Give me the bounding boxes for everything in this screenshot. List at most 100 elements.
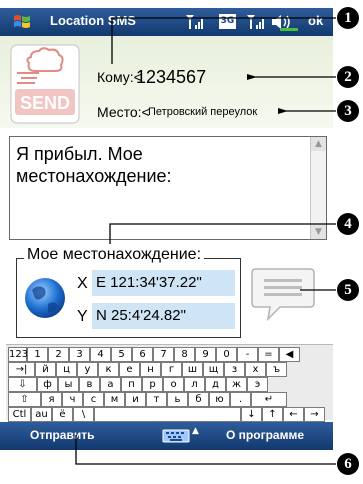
callout-badge-5: 5 xyxy=(337,279,359,301)
key[interactable]: ч xyxy=(62,392,83,407)
send-button-label: SEND xyxy=(20,93,70,113)
key[interactable]: ё xyxy=(52,407,73,422)
scroll-up-icon[interactable]: ▲ xyxy=(311,137,326,151)
callout-badge-6: 6 xyxy=(337,453,359,475)
signal-strength-icon-2[interactable] xyxy=(246,13,266,31)
ctrl-key[interactable]: Ctl xyxy=(8,407,31,422)
globe-icon xyxy=(24,268,66,330)
message-textarea[interactable]: Я прибыл. Мое местонахождение: ▲ ▼ xyxy=(9,136,327,240)
key[interactable]: с xyxy=(83,392,104,407)
network-3g-badge[interactable]: 3G xyxy=(219,14,236,29)
ok-button[interactable]: ok xyxy=(308,13,323,28)
message-line-1: Я прибыл. Мое xyxy=(16,144,143,164)
send-softkey[interactable]: Отправить xyxy=(30,428,94,442)
caps-lock-key[interactable]: ⇩ xyxy=(8,377,37,392)
speaker-icon[interactable] xyxy=(270,13,300,31)
softkey-bar: Отправить ▲ О программе xyxy=(0,422,333,450)
key[interactable]: б xyxy=(188,392,209,407)
arrow-up-key[interactable]: ↑ xyxy=(262,407,283,422)
key[interactable]: 2 xyxy=(48,347,69,362)
backspace-key[interactable]: ◀ xyxy=(279,347,300,362)
key[interactable]: а xyxy=(100,377,121,392)
key[interactable]: з xyxy=(224,362,245,377)
key[interactable]: 5 xyxy=(111,347,132,362)
shift-key[interactable]: ⇧ xyxy=(8,392,41,407)
key[interactable]: щ xyxy=(203,362,224,377)
key[interactable]: у xyxy=(77,362,98,377)
signal-strength-icon[interactable] xyxy=(185,13,205,31)
windows-flag-icon[interactable] xyxy=(12,12,32,32)
key[interactable]: 6 xyxy=(132,347,153,362)
key[interactable]: д xyxy=(205,377,226,392)
keyboard-icon[interactable] xyxy=(162,429,190,443)
soft-keyboard: 123 1 2 3 4 5 6 7 8 9 0 - = ◀ →| й ц у к… xyxy=(6,344,333,422)
arrow-right-key[interactable]: → xyxy=(304,407,325,422)
tab-key[interactable]: →| xyxy=(8,362,35,377)
callout-badge-3: 3 xyxy=(337,100,359,122)
space-key[interactable] xyxy=(94,407,241,422)
key[interactable]: 9 xyxy=(195,347,216,362)
key[interactable]: 1 xyxy=(27,347,48,362)
key[interactable]: л xyxy=(184,377,205,392)
about-softkey[interactable]: О программе xyxy=(226,428,304,442)
key[interactable]: \ xyxy=(73,407,94,422)
key[interactable]: ь xyxy=(167,392,188,407)
key[interactable]: й xyxy=(35,362,56,377)
key[interactable]: - xyxy=(237,347,258,362)
input-panel-caret-icon[interactable]: ▲ xyxy=(192,426,199,436)
arrow-down-key[interactable]: ↓ xyxy=(241,407,262,422)
key[interactable]: ф xyxy=(37,377,58,392)
key[interactable]: = xyxy=(258,347,279,362)
key[interactable]: р xyxy=(142,377,163,392)
longitude-field[interactable]: E 121:34'37.22" xyxy=(92,270,235,296)
key[interactable]: ъ xyxy=(266,362,287,377)
key[interactable]: э xyxy=(247,377,268,392)
enter-key[interactable]: ↵ xyxy=(251,392,287,407)
scroll-down-icon[interactable]: ▼ xyxy=(311,225,326,239)
key[interactable]: ш xyxy=(182,362,203,377)
place-label: Место:< xyxy=(97,104,150,120)
key[interactable]: 4 xyxy=(90,347,111,362)
key[interactable]: 3 xyxy=(69,347,90,362)
key[interactable]: я xyxy=(41,392,62,407)
key[interactable]: м xyxy=(104,392,125,407)
message-scrollbar[interactable]: ▲ ▼ xyxy=(310,137,326,239)
key[interactable]: . xyxy=(230,392,251,407)
key[interactable]: в xyxy=(79,377,100,392)
key[interactable]: т xyxy=(146,392,167,407)
message-text: Я прибыл. Мое местонахождение: xyxy=(16,143,306,187)
key[interactable]: ц xyxy=(56,362,77,377)
key[interactable]: 0 xyxy=(216,347,237,362)
x-coordinate-label: X xyxy=(77,275,88,292)
app-title: Location SMS xyxy=(50,13,136,28)
key[interactable]: г xyxy=(161,362,182,377)
callout-badge-2: 2 xyxy=(337,66,359,88)
key[interactable]: е xyxy=(119,362,140,377)
callout-badge-4: 4 xyxy=(337,213,359,235)
place-name-field[interactable]: Петровский переулок xyxy=(148,106,257,118)
device-screen: Location SMS 3G ok SEND Кому:< 1234567 М… xyxy=(0,0,363,484)
latitude-field[interactable]: N 25:4'24.82" xyxy=(92,303,235,329)
arrow-left-key[interactable]: ← xyxy=(283,407,304,422)
y-coordinate-label: Y xyxy=(77,308,88,325)
key[interactable]: 123 xyxy=(8,347,28,362)
message-line-2: местонахождение: xyxy=(16,166,172,186)
key[interactable]: au xyxy=(31,407,52,422)
key[interactable]: ы xyxy=(58,377,79,392)
location-group-title: Мое местонахождение: xyxy=(24,246,205,264)
key[interactable]: 8 xyxy=(174,347,195,362)
key[interactable]: ж xyxy=(226,377,247,392)
key[interactable]: ю xyxy=(209,392,230,407)
message-bubble-icon[interactable] xyxy=(250,265,316,321)
key[interactable]: п xyxy=(121,377,142,392)
key[interactable]: о xyxy=(163,377,184,392)
send-button[interactable]: SEND xyxy=(9,43,81,125)
key[interactable]: и xyxy=(125,392,146,407)
key[interactable]: 7 xyxy=(153,347,174,362)
key[interactable]: н xyxy=(140,362,161,377)
key[interactable]: х xyxy=(245,362,266,377)
callout-badge-1: 1 xyxy=(337,7,359,29)
recipient-number-field[interactable]: 1234567 xyxy=(136,67,206,88)
title-bar: Location SMS 3G ok xyxy=(0,8,333,36)
key[interactable]: к xyxy=(98,362,119,377)
